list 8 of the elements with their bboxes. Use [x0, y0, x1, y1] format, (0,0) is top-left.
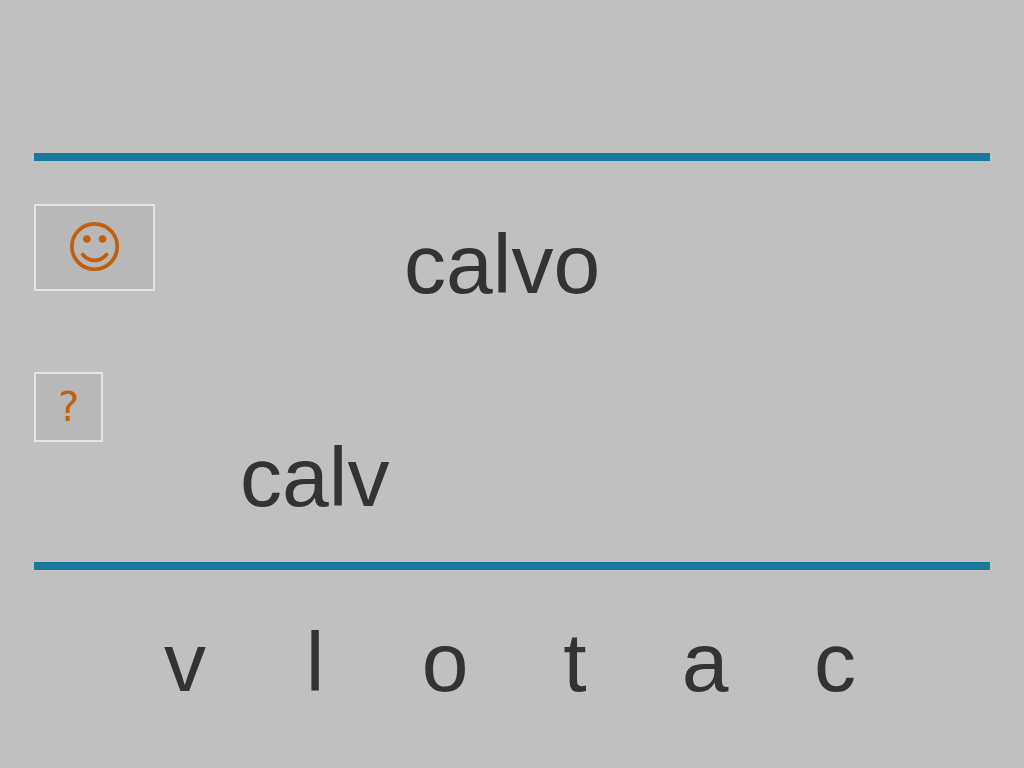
- letter-tile[interactable]: c: [770, 620, 900, 704]
- letter-tile[interactable]: l: [250, 620, 380, 704]
- target-word: calvo: [404, 222, 601, 306]
- letter-tile[interactable]: t: [510, 620, 640, 704]
- letter-tile[interactable]: v: [120, 620, 250, 704]
- letter-tile[interactable]: o: [380, 620, 510, 704]
- answer-text: calv: [240, 435, 390, 519]
- letter-tile[interactable]: a: [640, 620, 770, 704]
